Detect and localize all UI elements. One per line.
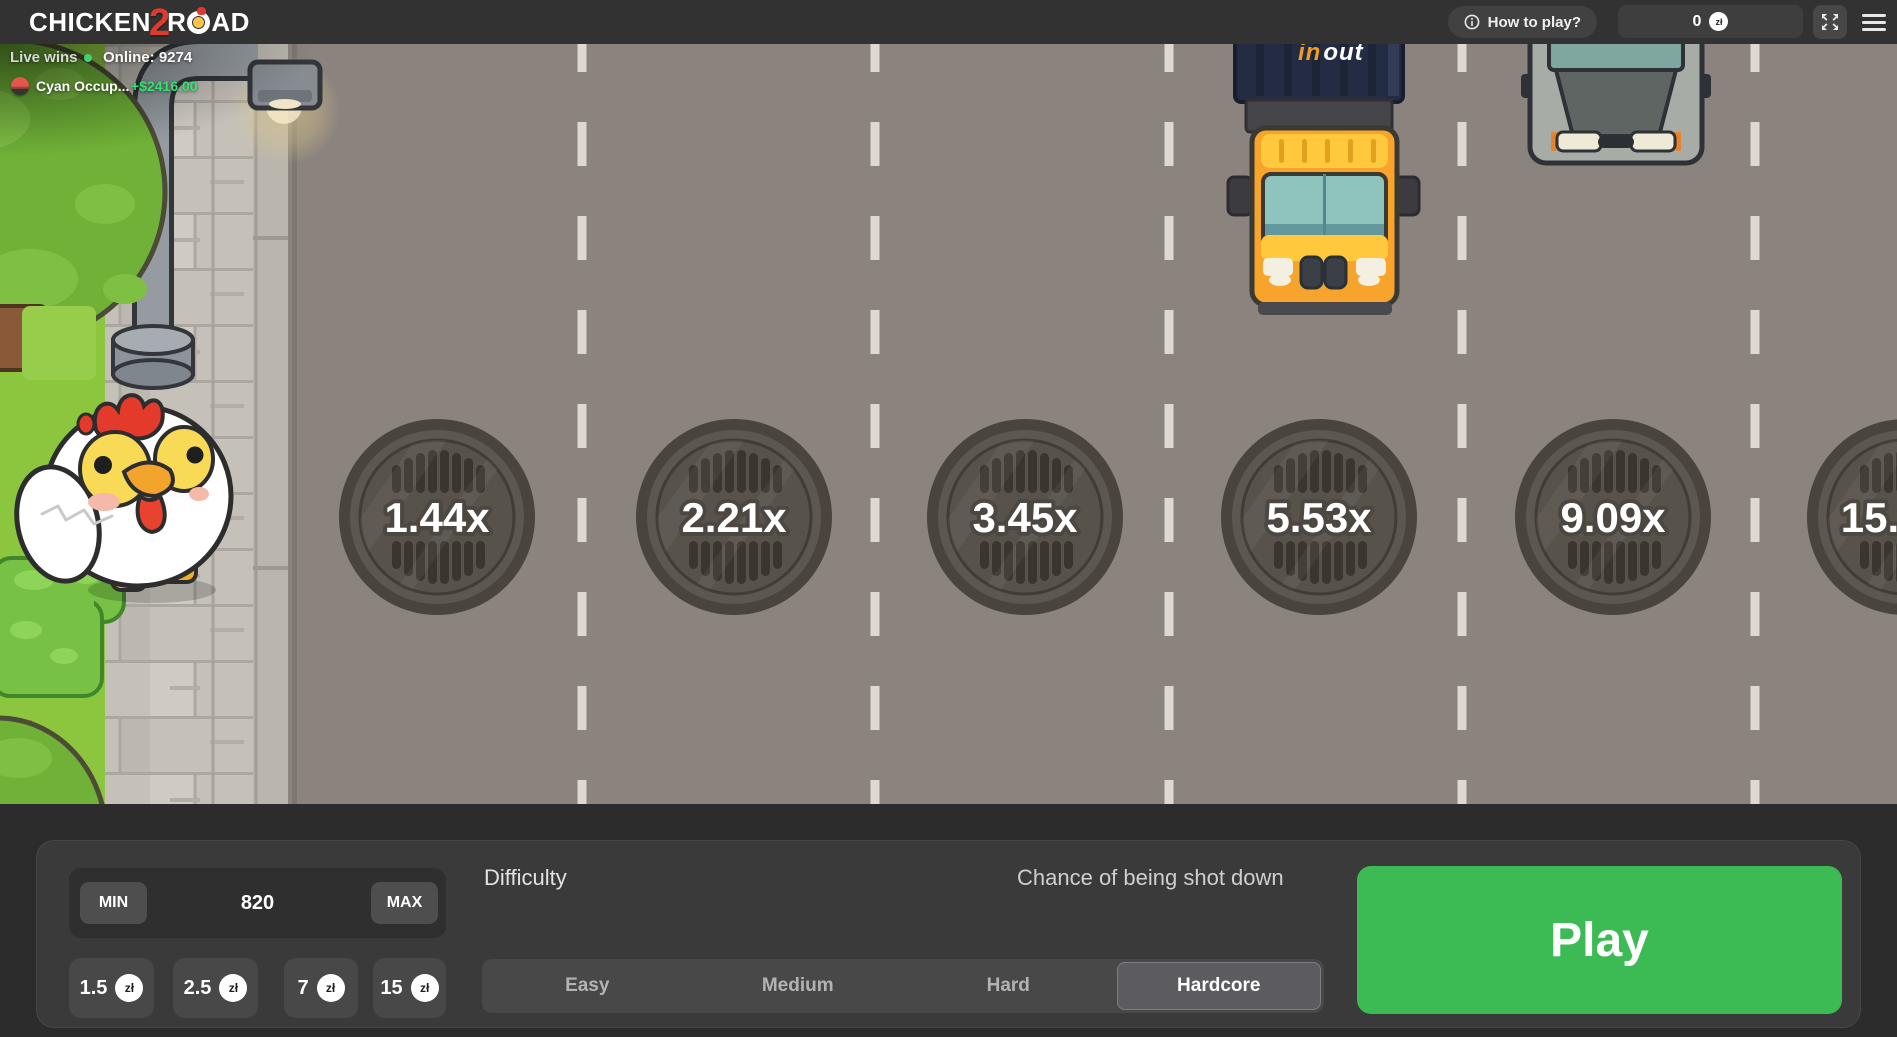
logo-number-2: 2 <box>149 4 170 42</box>
bet-max-button[interactable]: MAX <box>371 882 438 924</box>
how-to-play-button[interactable]: How to play? <box>1448 6 1597 38</box>
hamburger-menu-button[interactable] <box>1860 7 1888 37</box>
control-panel: MIN 820 MAX 1.5 zł 2.5 zł 7 zł 15 zł Dif… <box>36 840 1861 1028</box>
van-headlight-left <box>1557 132 1601 151</box>
app-root: CHICKEN2RAD How to play? 0 zł <box>0 0 1897 1037</box>
fullscreen-icon <box>1820 12 1840 32</box>
currency-badge: zł <box>411 974 439 1002</box>
chicken-wattle <box>138 496 165 532</box>
grass-patch <box>22 306 96 380</box>
truck-headlight-right <box>1356 258 1386 276</box>
topbar: CHICKEN2RAD How to play? 0 zł <box>0 0 1897 44</box>
van-vehicle <box>1521 44 1711 163</box>
quick-bet-button-2[interactable]: 2.5 zł <box>173 958 258 1018</box>
truck-grille <box>1301 257 1322 288</box>
fullscreen-button[interactable] <box>1813 5 1847 39</box>
quick-bet-value: 1.5 <box>80 977 108 1000</box>
bet-amount-box: MIN 820 MAX <box>69 868 446 938</box>
chance-label: Chance of being shot down <box>1017 865 1284 891</box>
difficulty-tabs: Easy Medium Hard Hardcore <box>482 959 1324 1013</box>
logo-word-ad: AD <box>211 9 250 35</box>
currency-badge: zł <box>317 974 345 1002</box>
difficulty-tab-medium[interactable]: Medium <box>696 962 901 1010</box>
scene-canvas: 1.44x 2.21x 3.45x 5.53x 9.09x 15.31x <box>0 44 1897 804</box>
difficulty-tab-hardcore[interactable]: Hardcore <box>1117 962 1322 1010</box>
game-logo: CHICKEN2RAD <box>29 0 250 44</box>
bet-min-button[interactable]: MIN <box>80 882 147 924</box>
play-button[interactable]: Play <box>1357 866 1842 1014</box>
balance-value: 0 <box>1693 13 1702 31</box>
info-icon <box>1464 14 1480 30</box>
multiplier-label: 2.21x <box>681 494 787 541</box>
van-headlight-right <box>1631 132 1675 151</box>
winner-avatar <box>11 77 29 95</box>
truck-mirror-left <box>1228 177 1252 215</box>
logo-word-chicken: CHICKEN <box>29 9 151 35</box>
online-count: Online: 9274 <box>103 49 192 66</box>
quick-bet-value: 2.5 <box>184 977 212 1000</box>
currency-badge: zł <box>115 974 143 1002</box>
winner-amount: +$2416.00 <box>131 78 198 94</box>
live-wins-title[interactable]: Live wins <box>10 49 78 66</box>
van-grille <box>1598 136 1634 148</box>
difficulty-label: Difficulty <box>484 865 567 891</box>
multiplier-label: 3.45x <box>972 494 1078 541</box>
quick-bet-value: 7 <box>297 977 308 1000</box>
quick-bet-button-3[interactable]: 7 zł <box>284 958 358 1018</box>
van-windshield <box>1549 44 1683 70</box>
difficulty-tab-easy[interactable]: Easy <box>485 962 690 1010</box>
truck-vehicle: inout <box>1228 44 1419 315</box>
truck-headlight-left <box>1263 258 1293 276</box>
quick-bet-button-1[interactable]: 1.5 zł <box>69 958 154 1018</box>
truck-cab <box>1252 128 1397 315</box>
logo-chicken-o-icon <box>187 11 210 34</box>
difficulty-tab-hard[interactable]: Hard <box>906 962 1111 1010</box>
truck-logo-part1: in <box>1298 44 1321 66</box>
hamburger-icon <box>1862 14 1886 17</box>
quick-bet-button-4[interactable]: 15 zł <box>373 958 446 1018</box>
van-hood <box>1556 70 1676 136</box>
multiplier-label: 15.31x <box>1841 494 1897 541</box>
game-scene: 1.44x 2.21x 3.45x 5.53x 9.09x 15.31x <box>0 44 1897 804</box>
bet-amount-value[interactable]: 820 <box>241 892 274 915</box>
multiplier-label: 5.53x <box>1266 494 1372 541</box>
truck-logo-part2: out <box>1323 44 1363 66</box>
truck-brand-logo: inout <box>1298 44 1364 66</box>
multiplier-label: 1.44x <box>384 494 490 541</box>
quick-bet-value: 15 <box>380 977 402 1000</box>
currency-badge: zł <box>219 974 247 1002</box>
truck-trailer: inout <box>1235 44 1403 102</box>
winner-name[interactable]: Cyan Occup... <box>36 78 129 94</box>
multiplier-label: 9.09x <box>1560 494 1666 541</box>
balance-display[interactable]: 0 zł <box>1618 5 1803 38</box>
control-bar: MIN 820 MAX 1.5 zł 2.5 zł 7 zł 15 zł Dif… <box>0 804 1897 1037</box>
how-to-play-label: How to play? <box>1488 14 1581 31</box>
currency-badge: zł <box>1709 12 1728 31</box>
online-status-dot <box>84 54 92 62</box>
